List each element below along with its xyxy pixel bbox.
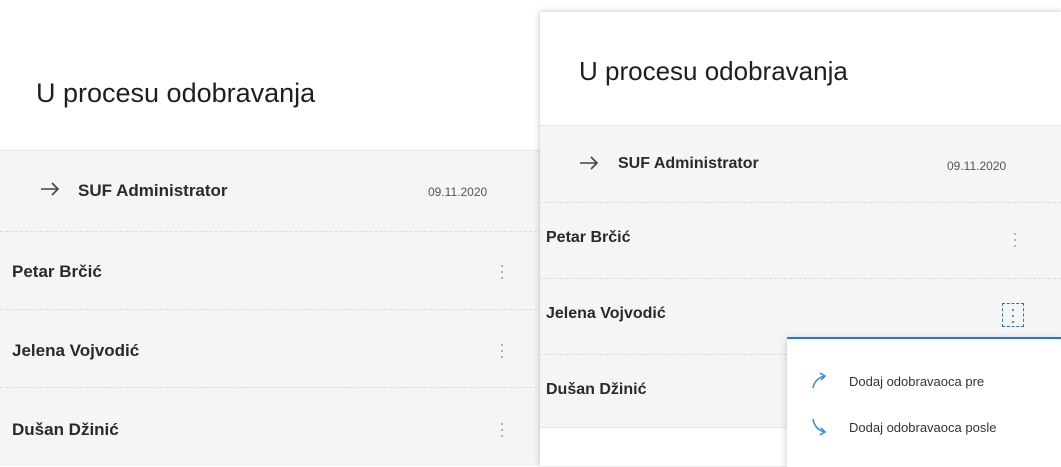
- approver-context-menu: Dodaj odobravaoca pre Dodaj odobravaoca …: [787, 337, 1061, 467]
- approver-row: Petar Brčić: [540, 203, 1061, 279]
- kebab-menu-icon[interactable]: [494, 420, 510, 440]
- arrow-right-icon: [41, 182, 60, 196]
- kebab-menu-icon[interactable]: [494, 341, 510, 361]
- add-approver-before-item[interactable]: Dodaj odobravaoca pre: [787, 366, 1061, 398]
- approval-date: 09.11.2020: [428, 185, 488, 199]
- approver-name: Jelena Vojvodić: [546, 305, 666, 322]
- approver-row: Jelena Vojvodić: [0, 310, 542, 388]
- panel-title: U procesu odobravanja: [36, 78, 316, 108]
- arrow-up-right-icon: [812, 372, 827, 389]
- approver-name: Dušan Džinić: [546, 381, 647, 398]
- approver-name: SUF Administrator: [78, 181, 228, 200]
- approver-name: Dušan Džinić: [12, 420, 119, 439]
- panel-title: U procesu odobravanja: [579, 56, 848, 86]
- approver-row: Petar Brčić: [0, 232, 542, 310]
- approver-name: Petar Brčić: [546, 229, 631, 246]
- menu-item-label: Dodaj odobravaoca pre: [849, 374, 985, 389]
- approver-name: Jelena Vojvodić: [12, 341, 140, 360]
- menu-item-label: Dodaj odobravaoca posle: [849, 420, 997, 435]
- current-approver-row: SUF Administrator 09.11.2020: [0, 151, 542, 232]
- arrow-down-right-icon: [812, 418, 827, 436]
- approvers-list: SUF Administrator 09.11.2020 Petar Brčić…: [0, 150, 542, 466]
- current-approver-row: SUF Administrator 09.11.2020: [540, 126, 1061, 203]
- add-approver-after-item[interactable]: Dodaj odobravaoca posle: [787, 412, 1061, 444]
- approver-name: SUF Administrator: [618, 155, 759, 172]
- approval-panel-left: U procesu odobravanja SUF Administrator …: [0, 0, 542, 466]
- approver-name: Petar Brčić: [12, 262, 102, 281]
- approver-row: Dušan Džinić: [0, 388, 542, 466]
- approval-date: 09.11.2020: [947, 159, 1007, 173]
- kebab-menu-icon[interactable]: [1007, 230, 1023, 250]
- kebab-menu-icon[interactable]: [494, 262, 510, 282]
- kebab-menu-icon[interactable]: [1002, 303, 1024, 327]
- arrow-right-icon: [580, 156, 599, 170]
